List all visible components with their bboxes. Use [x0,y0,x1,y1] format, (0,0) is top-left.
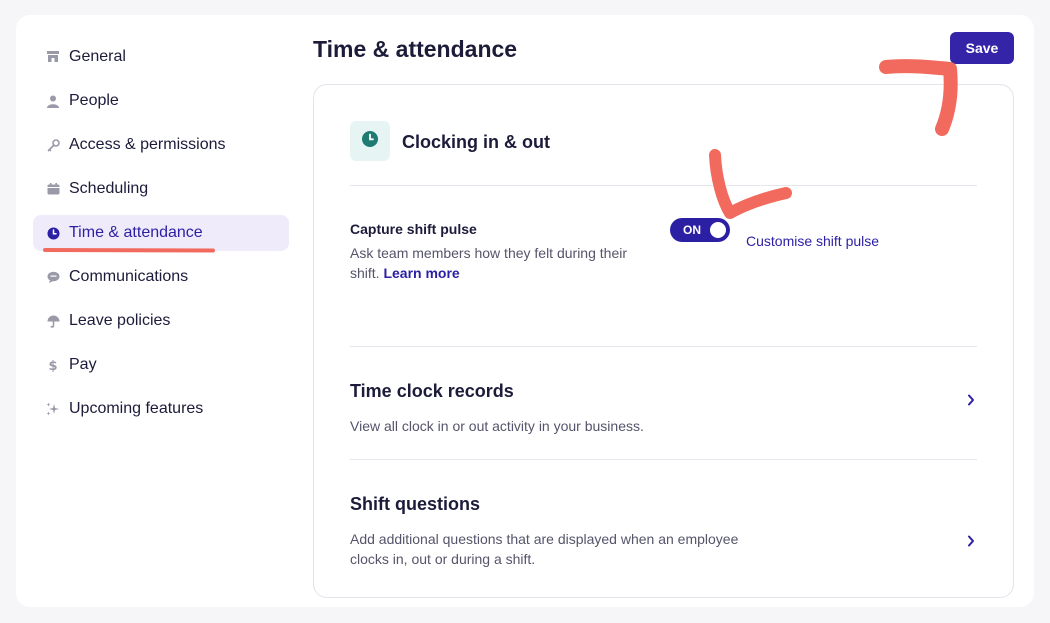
sidebar-item-access-permissions[interactable]: Access & permissions [33,127,289,163]
sidebar-item-label: Time & attendance [69,224,203,241]
sidebar-item-communications[interactable]: Communications [33,259,289,295]
divider [350,185,977,186]
sidebar-item-leave-policies[interactable]: Leave policies [33,303,289,339]
learn-more-link[interactable]: Learn more [383,265,459,281]
sparkle-icon [46,402,60,416]
sidebar-item-label: General [69,48,126,65]
chevron-right-icon [967,393,975,411]
sidebar-item-pay[interactable]: $ Pay [33,347,289,383]
chevron-right-icon [967,534,975,552]
page-title: Time & attendance [313,36,518,62]
calendar-icon [46,182,60,196]
sidebar-item-upcoming-features[interactable]: Upcoming features [33,391,289,427]
sidebar-item-label: Upcoming features [69,400,204,417]
sidebar-item-label: Communications [69,268,189,285]
svg-text:$: $ [48,359,57,372]
sidebar-item-general[interactable]: General [33,39,289,75]
dollar-icon: $ [46,358,60,372]
sidebar-item-label: Scheduling [69,180,149,197]
annotation-corner-stroke [879,59,958,136]
row-title: Shift questions [350,494,480,514]
umbrella-icon [46,314,60,328]
sidebar-item-label: Access & permissions [69,136,226,153]
row-title: Time clock records [350,381,514,401]
shift-questions-row[interactable]: Shift questions Add additional questions… [350,494,977,574]
shift-pulse-title: Capture shift pulse [350,221,477,237]
annotation-underline [43,248,215,253]
sidebar-item-time-attendance[interactable]: Time & attendance [33,215,289,253]
clock-icon [46,226,60,240]
chat-icon [46,270,60,284]
row-description: Add additional questions that are displa… [350,531,739,567]
sidebar-item-label: Leave policies [69,312,171,329]
sidebar-item-label: Pay [69,356,97,373]
section-icon-box [350,121,390,161]
row-description: View all clock in or out activity in you… [350,418,644,434]
annotation-check-stroke [709,149,792,219]
clock-icon [361,130,379,153]
toggle-label: ON [683,223,701,237]
settings-sidebar: General People Access & permissions Sche… [33,39,289,435]
divider [350,346,977,347]
key-icon [46,138,60,152]
store-icon [46,50,60,64]
divider [350,459,977,460]
sidebar-item-label: People [69,92,119,109]
time-clock-records-row[interactable]: Time clock records View all clock in or … [350,381,977,441]
clocking-settings-card: Clocking in & out Capture shift pulse As… [313,84,1014,598]
sidebar-item-people[interactable]: People [33,83,289,119]
customise-shift-pulse-link[interactable]: Customise shift pulse [746,233,879,249]
person-icon [46,94,60,108]
section-title: Clocking in & out [402,132,550,152]
shift-pulse-description: Ask team members how they felt during th… [350,243,650,283]
sidebar-item-scheduling[interactable]: Scheduling [33,171,289,207]
